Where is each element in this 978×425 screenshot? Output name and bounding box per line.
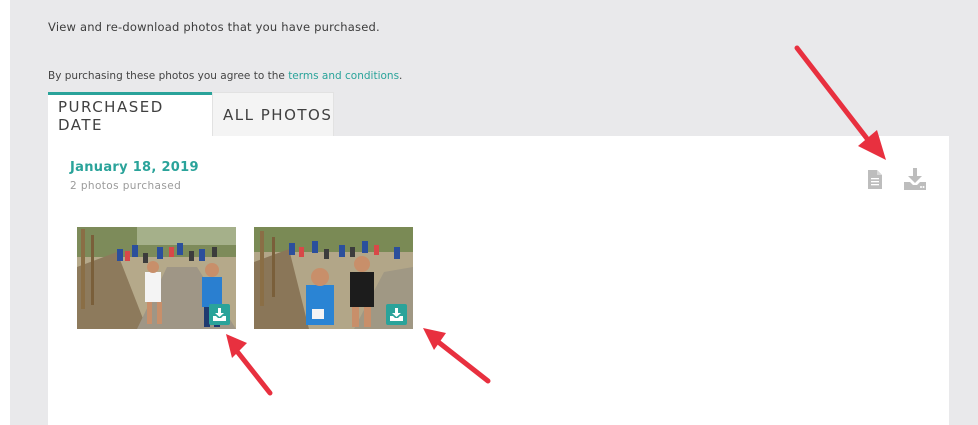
intro-text: View and re-download photos that you hav… [48, 20, 380, 34]
terms-link[interactable]: terms and conditions [288, 70, 399, 82]
photo-download-button[interactable] [386, 304, 407, 325]
photo-thumbnail[interactable] [254, 227, 413, 329]
tab-all-photos[interactable]: ALL PHOTOS [212, 92, 334, 136]
photo-thumbnail[interactable] [77, 227, 236, 329]
purchase-date: January 18, 2019 [70, 160, 199, 175]
document-icon[interactable] [868, 170, 882, 189]
terms-prefix: By purchasing these photos you agree to … [48, 70, 289, 82]
terms-suffix: . [399, 70, 403, 82]
photo-count: 2 photos purchased [70, 180, 182, 192]
terms-notice: By purchasing these photos you agree to … [48, 70, 402, 82]
download-icon [213, 308, 226, 321]
purchase-group-panel: January 18, 2019 2 photos purchased [48, 136, 949, 425]
download-icon [390, 308, 403, 321]
tab-bar: PURCHASED DATE ALL PHOTOS [48, 92, 334, 136]
tab-purchased-date[interactable]: PURCHASED DATE [48, 92, 212, 136]
photo-download-button[interactable] [209, 304, 230, 325]
download-all-icon[interactable] [904, 168, 926, 190]
